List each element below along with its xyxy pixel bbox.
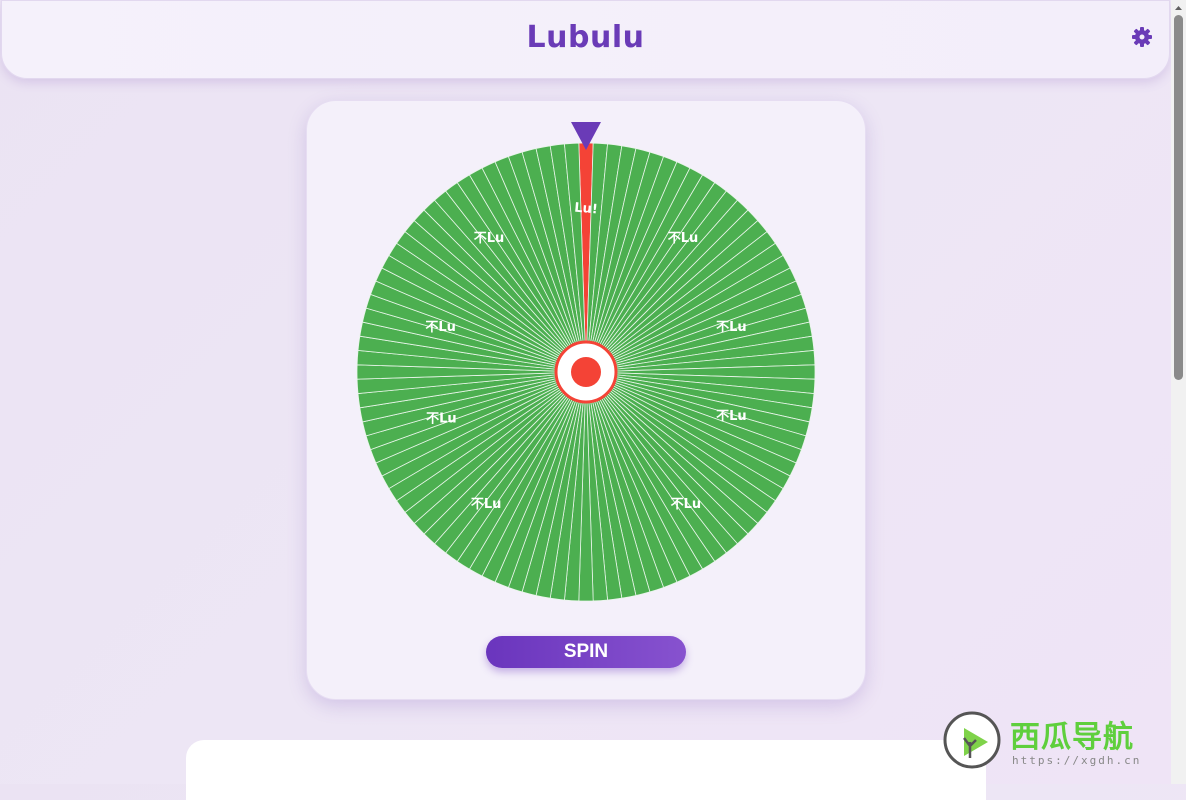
content-panel [186, 740, 986, 800]
wheel-hub [554, 340, 618, 404]
wheel-label-lose: 不Lu [426, 412, 457, 427]
wheel-label-lose: 不Lu [668, 231, 699, 246]
watermark-name: 西瓜导航 [1010, 720, 1134, 755]
watermark-logo-icon [943, 711, 1001, 769]
wheel-label-lose: 不Lu [716, 320, 747, 335]
spin-button[interactable]: SPIN [486, 636, 686, 668]
watermark: 西瓜导航 https://xgdh.cn [940, 708, 1170, 784]
wheel-label-win: Lu! [574, 201, 599, 218]
wheel-label-lose: 不Lu [474, 231, 505, 246]
wheel-label-lose: 不Lu [716, 409, 747, 424]
watermark-url: https://xgdh.cn [1012, 754, 1142, 767]
wheel-label-lose: 不Lu [425, 320, 456, 335]
wheel-label-lose: 不Lu [471, 497, 502, 512]
wheel-label-lose: 不Lu [671, 497, 702, 512]
